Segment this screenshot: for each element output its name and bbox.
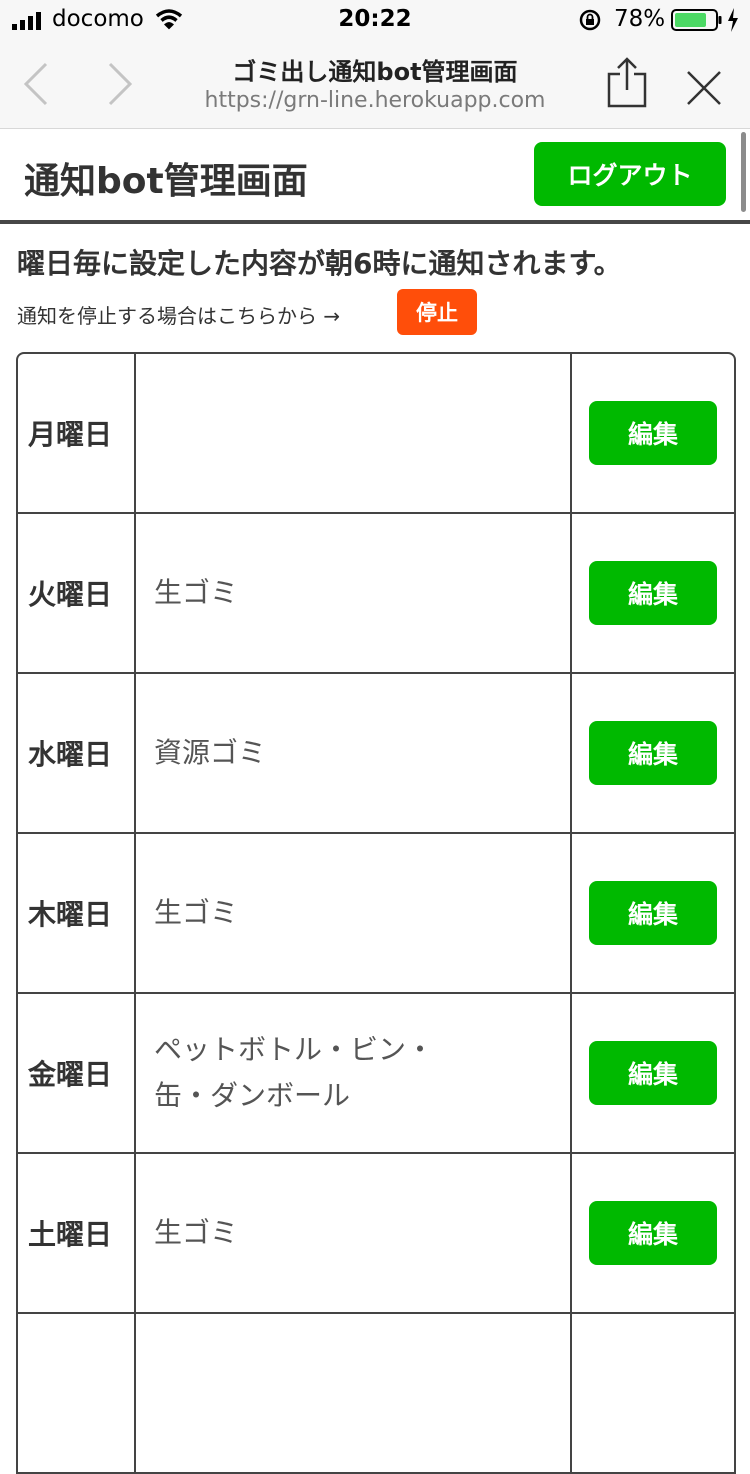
browser-toolbar: ゴミ出し通知bot管理画面 https://grn-line.herokuapp… [0,40,750,129]
app-header: 通知bot管理画面 ログアウト [0,128,750,224]
table-row: 土曜日 生ゴミ 編集 [18,1154,734,1314]
page-title: 通知bot管理画面 [24,161,308,202]
day-cell: 火曜日 [18,514,136,672]
content-cell: ペットボトル・ビン・ 缶・ダンボール [136,994,572,1152]
edit-button[interactable]: 編集 [589,401,717,465]
day-cell: 土曜日 [18,1154,136,1312]
schedule-table: 月曜日 編集 火曜日 生ゴミ 編集 水曜日 資源ゴミ 編集 木曜日 生ゴミ 編集… [16,352,736,1474]
day-cell [18,1314,136,1472]
content-cell [136,1314,572,1472]
content-cell: 資源ゴミ [136,674,572,832]
table-row: 水曜日 資源ゴミ 編集 [18,674,734,834]
edit-button[interactable]: 編集 [589,881,717,945]
day-cell: 金曜日 [18,994,136,1152]
day-cell: 月曜日 [18,354,136,512]
close-icon[interactable] [686,70,722,106]
edit-button[interactable]: 編集 [589,1041,717,1105]
table-row: 火曜日 生ゴミ 編集 [18,514,734,674]
battery-percentage: 78% [614,6,666,32]
charging-icon [728,8,738,32]
content-cell [136,354,572,512]
orientation-lock-icon [579,9,601,31]
day-cell: 水曜日 [18,674,136,832]
table-row: 金曜日 ペットボトル・ビン・ 缶・ダンボール 編集 [18,994,734,1154]
notice-text: 曜日毎に設定した内容が朝6時に通知されます。 [17,247,622,280]
edit-button[interactable]: 編集 [589,561,717,625]
edit-button[interactable]: 編集 [589,1201,717,1265]
stop-button[interactable]: 停止 [397,289,477,335]
day-cell: 木曜日 [18,834,136,992]
table-row: 木曜日 生ゴミ 編集 [18,834,734,994]
edit-button[interactable]: 編集 [589,721,717,785]
table-row: 月曜日 編集 [18,354,734,514]
logout-button[interactable]: ログアウト [534,142,726,206]
share-icon[interactable] [606,56,648,108]
table-row [18,1314,734,1474]
content-cell: 生ゴミ [136,1154,572,1312]
status-bar: docomo 20:22 78% [0,0,750,40]
battery-icon [671,9,722,31]
content-cell: 生ゴミ [136,514,572,672]
content-cell: 生ゴミ [136,834,572,992]
stop-description: 通知を停止する場合はこちらから → [17,304,341,328]
